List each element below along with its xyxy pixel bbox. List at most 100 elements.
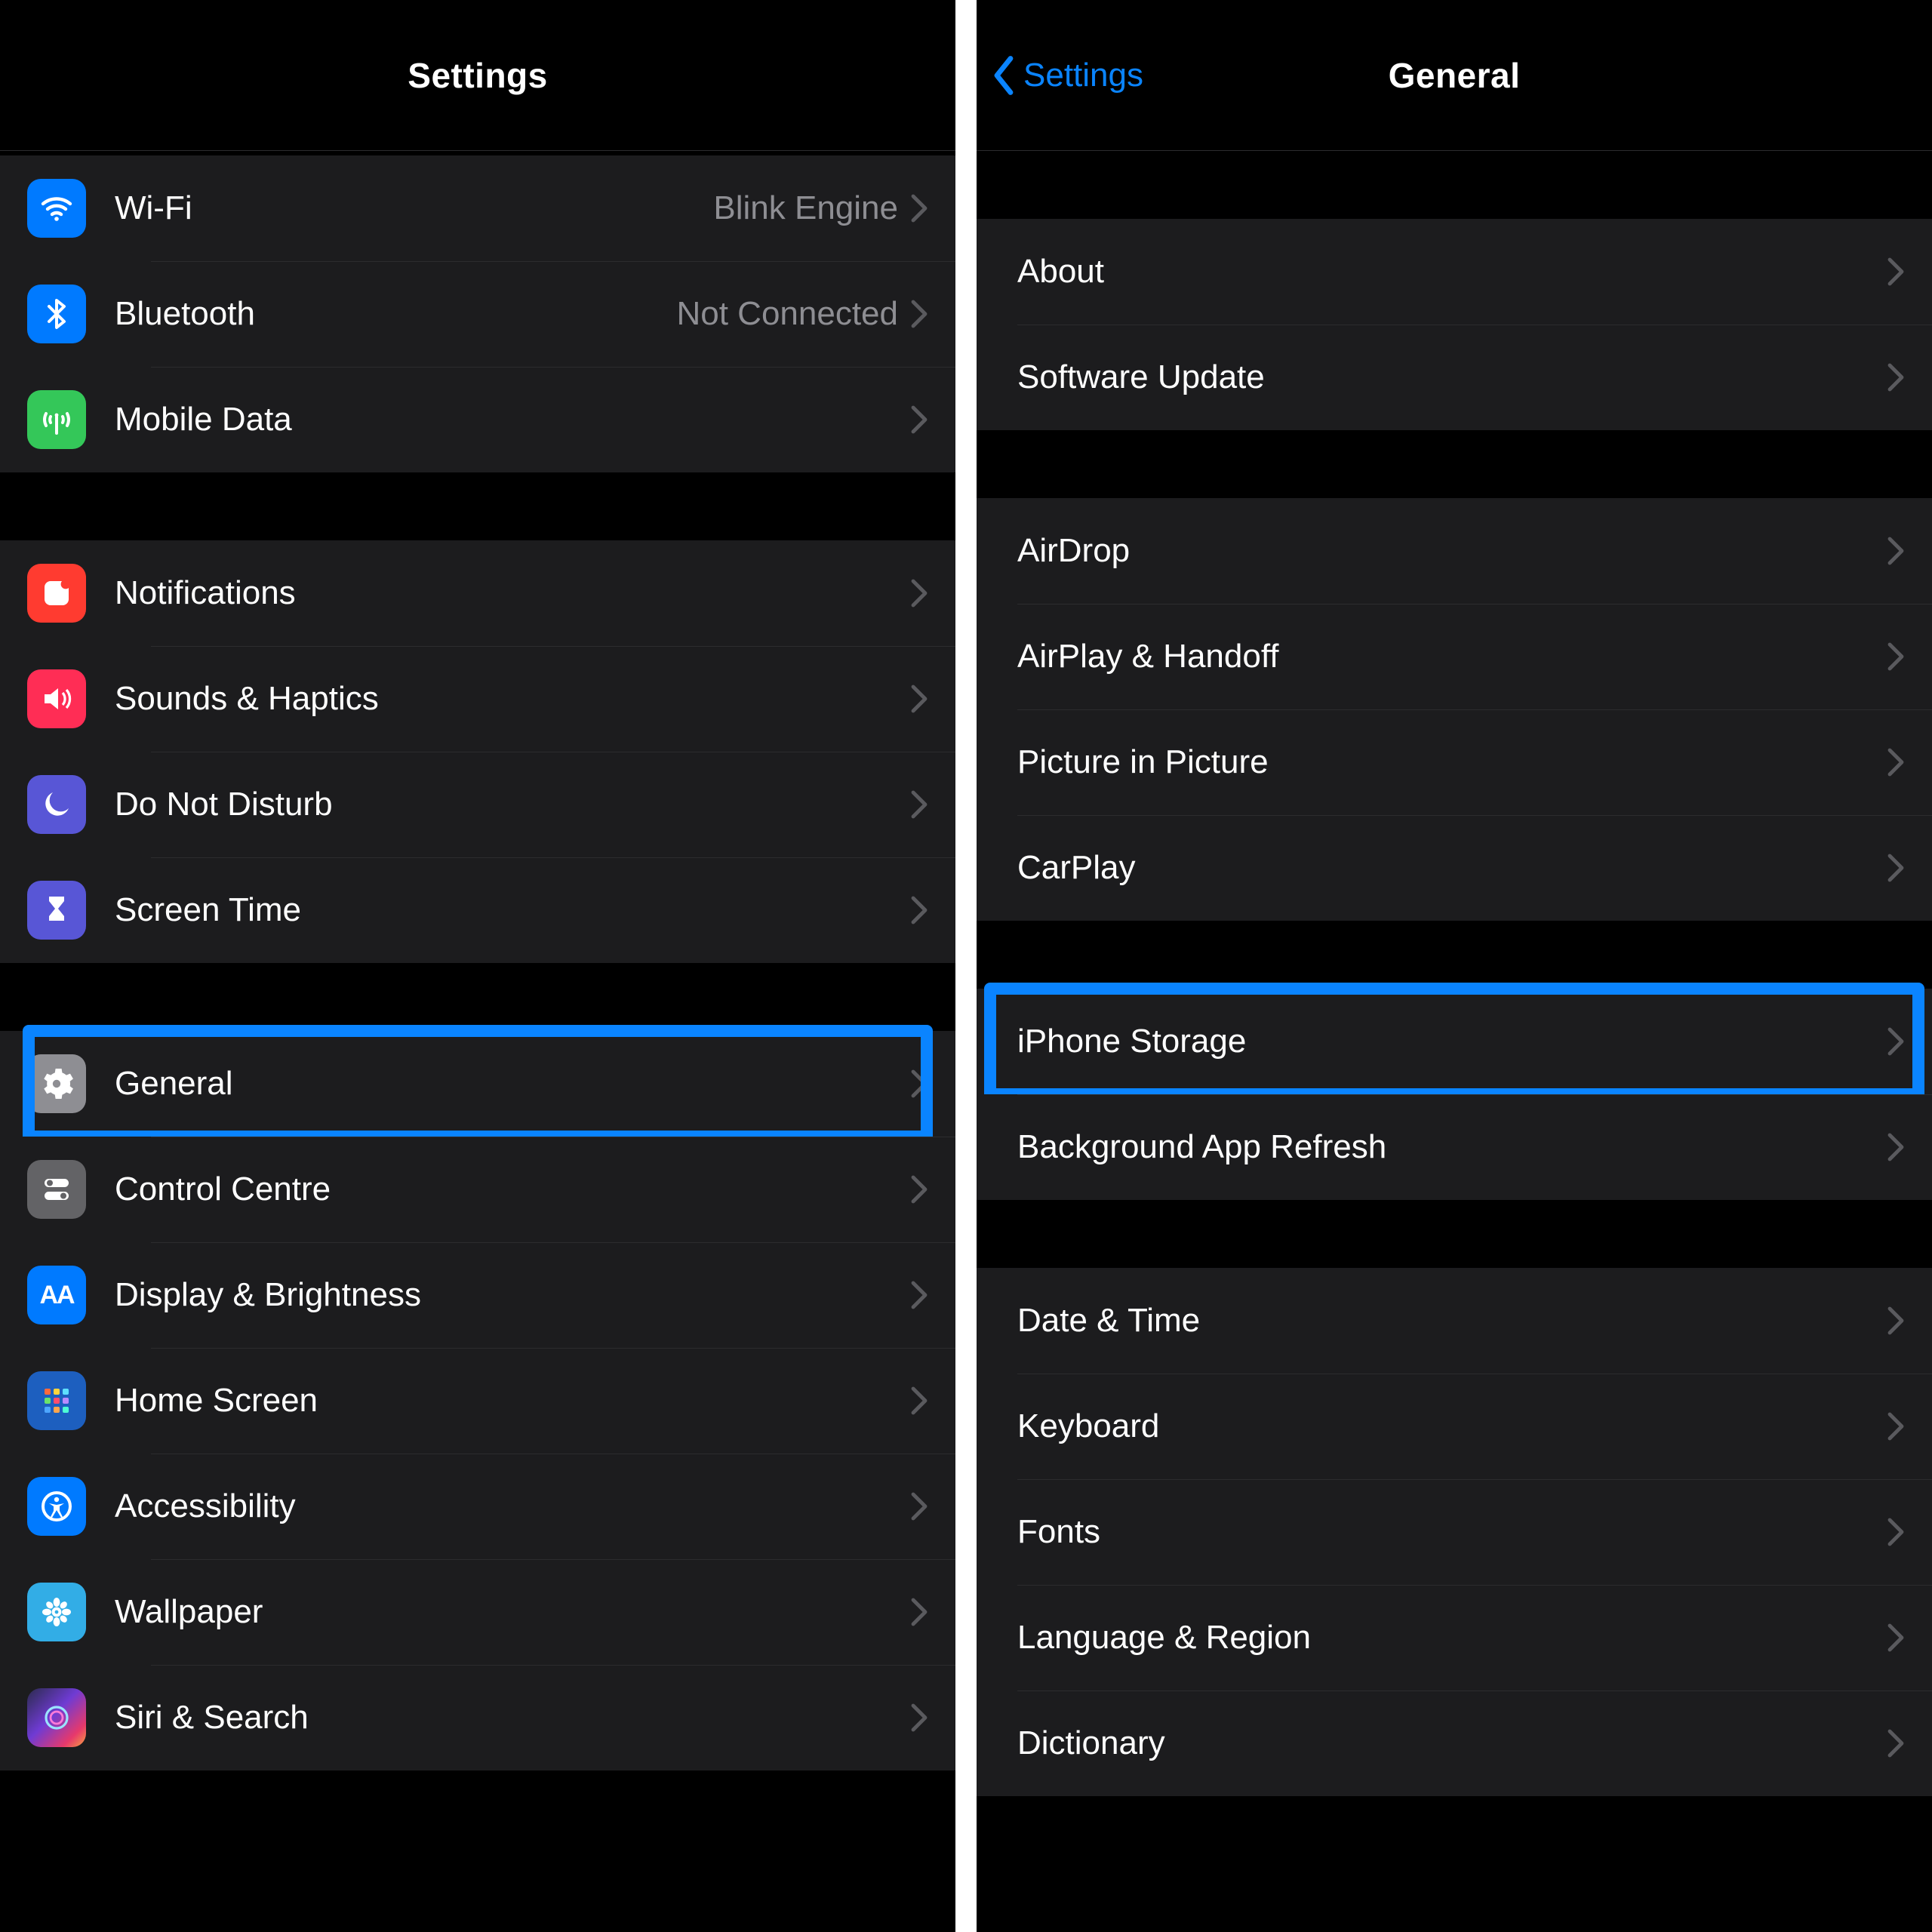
row-accessibility[interactable]: Accessibility xyxy=(0,1454,955,1559)
row-dictionary[interactable]: Dictionary xyxy=(977,1690,1932,1796)
group-locale: Date & Time Keyboard Fonts Language & Re… xyxy=(977,1268,1932,1796)
chevron-right-icon xyxy=(910,1069,928,1099)
row-fonts[interactable]: Fonts xyxy=(977,1479,1932,1585)
back-label: Settings xyxy=(1023,57,1143,94)
back-button[interactable]: Settings xyxy=(992,55,1143,96)
row-background-app-refresh[interactable]: Background App Refresh xyxy=(977,1094,1932,1200)
chevron-right-icon xyxy=(910,193,928,223)
row-label: Accessibility xyxy=(115,1487,910,1525)
row-label: Date & Time xyxy=(1017,1302,1887,1340)
row-home-screen[interactable]: Home Screen xyxy=(0,1348,955,1454)
chevron-right-icon xyxy=(1887,747,1905,777)
group-notifications: Notifications Sounds & Haptics xyxy=(0,540,955,963)
row-label: Screen Time xyxy=(115,891,910,929)
row-date-time[interactable]: Date & Time xyxy=(977,1268,1932,1374)
moon-icon xyxy=(27,775,86,834)
row-picture-in-picture[interactable]: Picture in Picture xyxy=(977,709,1932,815)
chevron-right-icon xyxy=(1887,362,1905,392)
chevron-right-icon xyxy=(1887,536,1905,566)
row-label: Wi-Fi xyxy=(115,189,713,227)
row-screen-time[interactable]: Screen Time xyxy=(0,857,955,963)
chevron-right-icon xyxy=(910,895,928,925)
phone-right-general: Settings General About Software Update xyxy=(966,0,1932,1932)
row-label: Fonts xyxy=(1017,1513,1887,1551)
antenna-icon xyxy=(27,390,86,449)
row-label: Background App Refresh xyxy=(1017,1128,1887,1166)
hourglass-icon xyxy=(27,881,86,940)
row-value: Not Connected xyxy=(676,295,898,333)
row-label: iPhone Storage xyxy=(1017,1023,1887,1060)
page-title: General xyxy=(1389,55,1521,96)
chevron-right-icon xyxy=(1887,1306,1905,1336)
switches-icon xyxy=(27,1160,86,1219)
chevron-right-icon xyxy=(910,1174,928,1204)
group-airdrop: AirDrop AirPlay & Handoff Picture in Pic… xyxy=(977,498,1932,921)
row-label: Software Update xyxy=(1017,358,1887,396)
row-label: Do Not Disturb xyxy=(115,786,910,823)
chevron-right-icon xyxy=(910,1386,928,1416)
chevron-right-icon xyxy=(1887,1517,1905,1547)
row-airplay-handoff[interactable]: AirPlay & Handoff xyxy=(977,604,1932,709)
chevron-right-icon xyxy=(1887,641,1905,672)
row-about[interactable]: About xyxy=(977,219,1932,325)
row-label: Display & Brightness xyxy=(115,1276,910,1314)
group-connectivity: Wi-Fi Blink Engine Bluetooth Not Connect… xyxy=(0,155,955,472)
row-bluetooth[interactable]: Bluetooth Not Connected xyxy=(0,261,955,367)
row-mobile-data[interactable]: Mobile Data xyxy=(0,367,955,472)
chevron-right-icon xyxy=(910,1703,928,1733)
flower-icon xyxy=(27,1583,86,1641)
canvas: Settings Wi-Fi Blink Engine xyxy=(0,0,1932,1932)
chevron-right-icon xyxy=(910,405,928,435)
row-siri-search[interactable]: Siri & Search xyxy=(0,1665,955,1770)
row-wallpaper[interactable]: Wallpaper xyxy=(0,1559,955,1665)
row-carplay[interactable]: CarPlay xyxy=(977,815,1932,921)
row-label: Dictionary xyxy=(1017,1724,1887,1762)
row-label: AirDrop xyxy=(1017,532,1887,570)
row-language-region[interactable]: Language & Region xyxy=(977,1585,1932,1690)
row-label: Bluetooth xyxy=(115,295,676,333)
columns: Settings Wi-Fi Blink Engine xyxy=(0,0,1932,1932)
chevron-right-icon xyxy=(1887,1623,1905,1653)
row-label: Language & Region xyxy=(1017,1619,1887,1657)
row-label: Wallpaper xyxy=(115,1593,910,1631)
bluetooth-icon xyxy=(27,285,86,343)
accessibility-icon xyxy=(27,1477,86,1536)
row-control-centre[interactable]: Control Centre xyxy=(0,1137,955,1242)
row-wifi[interactable]: Wi-Fi Blink Engine xyxy=(0,155,955,261)
row-label: General xyxy=(115,1065,910,1103)
siri-icon xyxy=(27,1688,86,1747)
chevron-right-icon xyxy=(1887,1411,1905,1441)
group-general: General Control Centre AA Display & Brig xyxy=(0,1031,955,1770)
speaker-icon xyxy=(27,669,86,728)
row-do-not-disturb[interactable]: Do Not Disturb xyxy=(0,752,955,857)
bell-square-icon xyxy=(27,564,86,623)
general-scroll[interactable]: About Software Update AirDrop AirPlay & xyxy=(977,151,1932,1932)
row-label: CarPlay xyxy=(1017,849,1887,887)
row-sounds-haptics[interactable]: Sounds & Haptics xyxy=(0,646,955,752)
row-keyboard[interactable]: Keyboard xyxy=(977,1374,1932,1479)
row-label: Notifications xyxy=(115,574,910,612)
row-label: Home Screen xyxy=(115,1382,910,1420)
row-label: Control Centre xyxy=(115,1171,910,1208)
chevron-right-icon xyxy=(910,684,928,714)
settings-scroll[interactable]: Wi-Fi Blink Engine Bluetooth Not Connect… xyxy=(0,151,955,1932)
row-iphone-storage[interactable]: iPhone Storage xyxy=(977,989,1932,1094)
chevron-right-icon xyxy=(910,1491,928,1521)
row-label: Siri & Search xyxy=(115,1699,910,1737)
row-value: Blink Engine xyxy=(713,189,898,227)
row-general[interactable]: General xyxy=(0,1031,955,1137)
aa-icon: AA xyxy=(27,1266,86,1324)
chevron-right-icon xyxy=(910,1597,928,1627)
chevron-right-icon xyxy=(1887,853,1905,883)
row-notifications[interactable]: Notifications xyxy=(0,540,955,646)
chevron-right-icon xyxy=(910,789,928,820)
chevron-right-icon xyxy=(1887,1026,1905,1057)
row-airdrop[interactable]: AirDrop xyxy=(977,498,1932,604)
group-storage: iPhone Storage Background App Refresh xyxy=(977,989,1932,1200)
group-about: About Software Update xyxy=(977,219,1932,430)
row-label: Keyboard xyxy=(1017,1407,1887,1445)
row-software-update[interactable]: Software Update xyxy=(977,325,1932,430)
row-label: AirPlay & Handoff xyxy=(1017,638,1887,675)
grid-icon xyxy=(27,1371,86,1430)
row-display-brightness[interactable]: AA Display & Brightness xyxy=(0,1242,955,1348)
